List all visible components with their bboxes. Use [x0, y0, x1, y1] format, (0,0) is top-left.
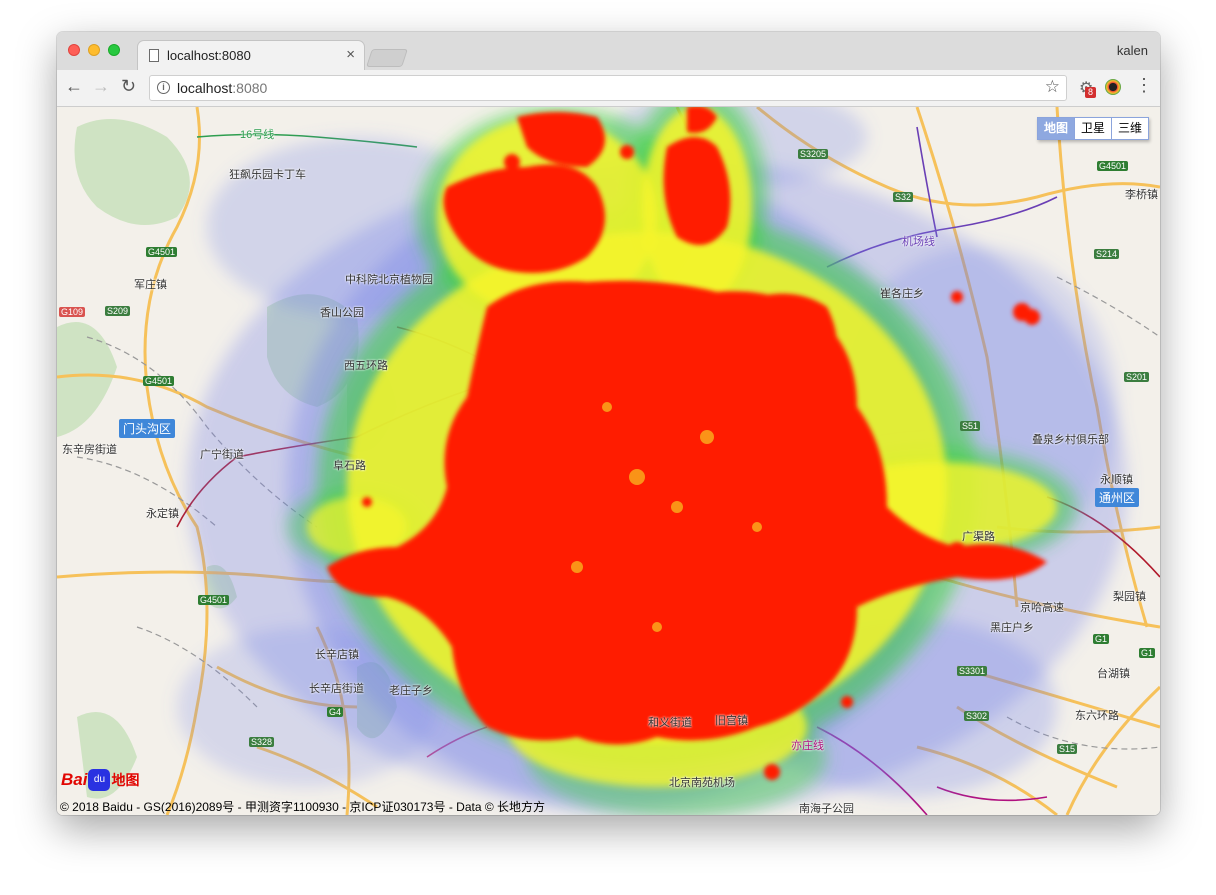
map-label: 京哈高速	[1020, 602, 1064, 614]
logo-text-ditu: 地图	[111, 772, 140, 788]
map-label: 香山公园	[320, 307, 364, 319]
reload-icon[interactable]: ↻	[121, 76, 136, 97]
map-label: 黑庄户乡	[990, 622, 1034, 634]
map-label: 东辛房街道	[62, 444, 117, 456]
map-label: 广渠路	[962, 531, 995, 543]
highway-shield: G4501	[1097, 161, 1129, 171]
highway-shield: S3205	[798, 149, 829, 159]
highway-shield: S302	[964, 711, 990, 721]
map-label: 崔各庄乡	[880, 288, 924, 300]
map-label: 16号线	[240, 129, 275, 141]
extension-badge: 8	[1085, 87, 1097, 98]
highway-shield: G1	[1139, 648, 1156, 658]
profile-name[interactable]: kalen	[1117, 43, 1148, 58]
map-label: 阜石路	[333, 460, 366, 472]
paw-icon: du	[88, 769, 111, 791]
map-label: 北京南苑机场	[669, 777, 735, 789]
highway-shield: S3301	[957, 666, 988, 676]
map-label: 台湖镇	[1097, 668, 1130, 680]
highway-shield: S15	[1057, 744, 1078, 754]
highway-shield: G4	[327, 707, 344, 717]
map-label: 中科院北京植物园	[345, 274, 433, 286]
browser-tab[interactable]: localhost:8080 ×	[137, 40, 365, 70]
map-label: 狂飙乐园卡丁车	[229, 169, 306, 181]
new-tab-button[interactable]	[366, 49, 408, 67]
map-label: 叠泉乡村俱乐部	[1032, 434, 1109, 446]
map-type-3d-button[interactable]: 三维	[1111, 118, 1148, 139]
district-badge[interactable]: 门头沟区	[119, 419, 176, 438]
tab-close-icon[interactable]: ×	[346, 46, 355, 63]
document-icon	[149, 49, 159, 62]
url-text[interactable]: localhost:8080	[177, 80, 267, 96]
highway-shield: S51	[960, 421, 981, 431]
logo-text-bai: Bai	[61, 770, 88, 789]
highway-shield: G4501	[143, 376, 175, 386]
info-icon[interactable]: i	[157, 81, 170, 94]
highway-shield: S32	[893, 192, 914, 202]
map-label: 长辛店镇	[315, 649, 359, 661]
map-label: 机场线	[902, 236, 935, 248]
map-label: 亦庄线	[791, 740, 824, 752]
back-arrow-icon[interactable]: ←	[65, 76, 83, 97]
browser-window: localhost:8080 × kalen ← → ↻ i localhost…	[57, 32, 1160, 815]
highway-shield: G1	[1093, 634, 1110, 644]
map-label: 梨园镇	[1113, 591, 1146, 603]
baidu-logo[interactable]: Bai du 地图	[61, 769, 139, 791]
map-label: 南海子公园	[799, 803, 854, 815]
map-label: 永顺镇	[1100, 474, 1133, 486]
district-badge[interactable]: 通州区	[1095, 488, 1140, 507]
map-label: 长辛店街道	[309, 683, 364, 695]
map-label: 军庄镇	[134, 279, 167, 291]
forward-arrow-icon[interactable]: →	[92, 76, 110, 97]
browser-toolbar: ← → ↻ i localhost:8080 ☆ ⚙ 8 ⋮	[57, 70, 1160, 107]
title-bar: localhost:8080 × kalen	[57, 32, 1160, 70]
map-label: 广宁街道	[200, 449, 244, 461]
highway-shield: S214	[1094, 249, 1120, 259]
highway-shield: G4501	[146, 247, 178, 257]
map-label: 东六环路	[1075, 710, 1119, 722]
map-type-map-button[interactable]: 地图	[1038, 118, 1075, 139]
map-label: 西五环路	[344, 360, 388, 372]
zoom-window-button[interactable]	[108, 44, 120, 56]
highway-shield: S201	[1124, 372, 1150, 382]
highway-shield: S209	[105, 306, 131, 316]
address-bar[interactable]: i localhost:8080 ☆	[149, 75, 1067, 101]
tab-title: localhost:8080	[167, 48, 251, 63]
map-copyright: © 2018 Baidu - GS(2016)2089号 - 甲测资字11009…	[60, 800, 546, 814]
color-extension-icon[interactable]	[1105, 79, 1121, 95]
bookmark-star-icon[interactable]: ☆	[1045, 77, 1060, 97]
url-port: :8080	[232, 80, 268, 96]
highway-shield: S328	[249, 737, 275, 747]
highway-shield: G109	[59, 307, 86, 317]
map-label: 旧宫镇	[715, 715, 748, 727]
url-host: localhost	[177, 80, 233, 96]
map-label: 李桥镇	[1125, 189, 1158, 201]
map-viewport[interactable]: 狂飙乐园卡丁车 16号线 中科院北京植物园 香山公园 西五环路 军庄镇 东辛房街…	[57, 107, 1160, 815]
map-label: 老庄子乡	[389, 685, 433, 697]
minimize-window-button[interactable]	[88, 44, 100, 56]
close-window-button[interactable]	[68, 44, 80, 56]
highway-shield: G4501	[198, 595, 230, 605]
map-label: 和义街道	[648, 717, 692, 729]
map-label: 永定镇	[146, 508, 179, 520]
map-type-satellite-button[interactable]: 卫星	[1074, 118, 1111, 139]
map-type-switcher: 地图 卫星 三维	[1037, 117, 1150, 140]
kebab-menu-icon[interactable]: ⋮	[1135, 75, 1153, 96]
